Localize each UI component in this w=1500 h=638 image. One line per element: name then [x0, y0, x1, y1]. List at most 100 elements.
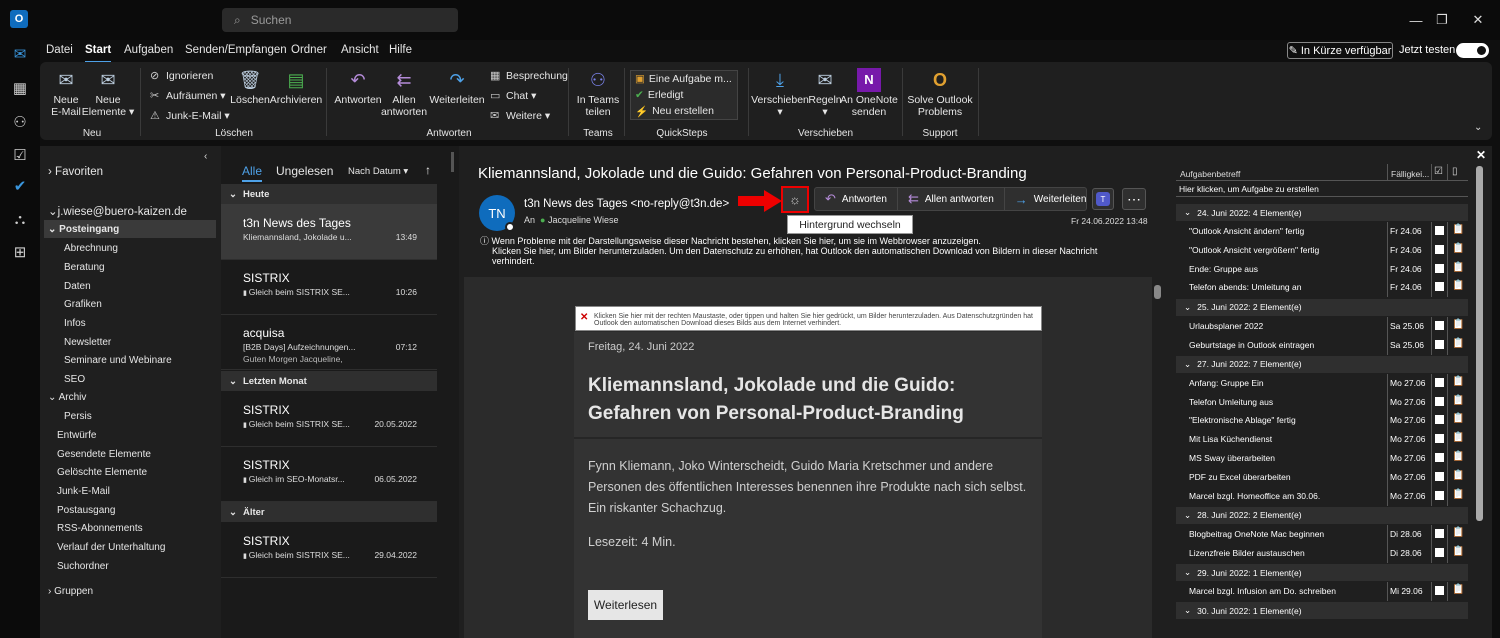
tab-unread[interactable]: Ungelesen — [276, 164, 333, 178]
task-row[interactable]: Telefon abends: Umleitung an Fr 24.06 📋 — [1176, 278, 1468, 298]
sort-direction-icon[interactable]: ↑ — [425, 163, 431, 177]
more-options-button[interactable]: ⋯ — [1122, 188, 1146, 210]
tab-start[interactable]: Start — [85, 44, 112, 63]
solve-outlook-button[interactable]: O Solve Outlook Problems — [907, 68, 972, 118]
task-col-subject[interactable]: Aufgabenbetreff — [1180, 169, 1240, 179]
task-complete-checkbox[interactable] — [1435, 547, 1444, 557]
task-complete-checkbox[interactable] — [1435, 415, 1444, 425]
mail-app-icon[interactable]: ✉ — [8, 42, 32, 66]
list-scrollbar[interactable] — [451, 152, 454, 172]
reply-all-action-button[interactable]: ⇇ Allen antworten — [898, 188, 1005, 210]
task-row[interactable]: Telefon Umleitung aus Mo 27.06 📋 — [1176, 392, 1468, 412]
folder-infos[interactable]: Infos — [64, 318, 86, 329]
list-group-header[interactable]: ⌄ Letzten Monat — [221, 371, 437, 391]
folder-gesendete-elemente[interactable]: Gesendete Elemente — [57, 449, 151, 460]
ignore-button[interactable]: ⊘ Ignorieren — [150, 69, 213, 83]
task-col-complete-icon[interactable]: ☑ — [1434, 166, 1443, 177]
task-col-due[interactable]: Fälligkei... — [1391, 169, 1429, 179]
task-row[interactable]: MS Sway überarbeiten Mo 27.06 📋 — [1176, 449, 1468, 468]
delete-button[interactable]: 🗑 Löschen — [230, 68, 270, 106]
tab-senden-empfangen[interactable]: Senden/Empfangen — [185, 44, 287, 56]
folder-persis[interactable]: Persis — [64, 411, 92, 422]
quickstep-item[interactable]: ⚡ Neu erstellen — [631, 103, 737, 119]
folder-beratung[interactable]: Beratung — [64, 262, 105, 273]
favorites-header[interactable]: › Favoriten — [48, 166, 103, 178]
org-app-icon[interactable]: ⛬ — [8, 207, 32, 231]
more-respond-button[interactable]: ✉ Weitere ▾ — [490, 109, 550, 123]
tab-aufgaben[interactable]: Aufgaben — [124, 44, 173, 56]
sort-dropdown[interactable]: Nach Datum ▾ — [348, 166, 408, 177]
restore-button[interactable]: ❐ — [1432, 10, 1452, 30]
message-item[interactable]: SISTRIX ▮ Gleich beim SISTRIX SE... 20.05.… — [221, 391, 437, 447]
folder-inbox[interactable]: ⌄ Posteingang — [48, 224, 119, 235]
task-scrollbar[interactable] — [1476, 166, 1483, 638]
info-browser-text[interactable]: Wenn Probleme mit der Darstellungsweise … — [492, 236, 981, 246]
folder-abrechnung[interactable]: Abrechnung — [64, 243, 118, 254]
teams-button[interactable]: T — [1092, 188, 1114, 210]
read-more-button[interactable]: Weiterlesen — [588, 590, 663, 620]
task-group-header[interactable]: ⌄ 29. Juni 2022: 1 Element(e) — [1176, 564, 1468, 581]
newsletter-headline[interactable]: Kliemannsland, Jokolade und die Guido: G… — [588, 372, 1028, 428]
share-teams-button[interactable]: ⚇ In Teams teilen — [576, 68, 620, 118]
task-complete-checkbox[interactable] — [1435, 396, 1444, 406]
task-complete-checkbox[interactable] — [1435, 263, 1444, 273]
tab-all[interactable]: Alle — [242, 164, 263, 182]
task-row[interactable]: Geburtstage in Outlook eintragen Sa 25.06… — [1176, 335, 1468, 355]
tasks-app-icon[interactable]: ☑ — [8, 143, 32, 167]
groups-header[interactable]: › Gruppen — [48, 586, 93, 597]
forward-action-button[interactable]: → Weiterleiten — [1005, 188, 1097, 210]
folder-daten[interactable]: Daten — [64, 281, 91, 292]
info-bar[interactable]: ⓘ Wenn Probleme mit der Darstellungsweis… — [480, 236, 1097, 266]
folder-newsletter[interactable]: Newsletter — [64, 337, 111, 348]
blocked-image-placeholder[interactable]: Klicken Sie hier mit der rechten Maustas… — [575, 306, 1042, 331]
task-row[interactable]: Blogbeitrag OneNote Mac beginnen Di 28.06… — [1176, 524, 1468, 544]
quickstep-item[interactable]: ▣ Eine Aufgabe m... — [631, 71, 737, 87]
quickstep-item[interactable]: ✔ Erledigt — [631, 87, 737, 103]
task-row[interactable]: Anfang: Gruppe Ein Mo 27.06 📋 — [1176, 373, 1468, 393]
tab-ordner[interactable]: Ordner — [291, 44, 327, 56]
folder-verlauf-der-unterhaltung[interactable]: Verlauf der Unterhaltung — [57, 542, 165, 553]
folder-seo[interactable]: SEO — [64, 374, 85, 385]
cleanup-button[interactable]: ✂ Aufräumen ▾ — [150, 89, 226, 103]
list-group-header[interactable]: ⌄ Älter — [221, 502, 437, 522]
try-now-toggle[interactable] — [1456, 43, 1489, 58]
task-complete-checkbox[interactable] — [1435, 453, 1444, 462]
folder-archive[interactable]: ⌄ Archiv — [48, 392, 86, 403]
recipient-name[interactable]: Jacqueline Wiese — [548, 215, 619, 225]
task-group-header[interactable]: ⌄ 27. Juni 2022: 7 Element(e) — [1176, 355, 1468, 373]
more-apps-icon[interactable]: ⊞ — [8, 240, 32, 264]
new-items-button[interactable]: ✉ Neue Elemente ▾ — [82, 68, 135, 118]
task-group-header[interactable]: ⌄ 24. Juni 2022: 4 Element(e) — [1176, 204, 1468, 221]
archive-button[interactable]: ▤ Archivieren — [270, 68, 323, 106]
rules-button[interactable]: ✉ Regeln ▾ — [808, 68, 842, 118]
junk-button[interactable]: ⚠ Junk-E-Mail ▾ — [150, 109, 230, 123]
close-window-button[interactable]: ✕ — [1468, 10, 1488, 30]
folder-suchordner[interactable]: Suchordner — [57, 561, 109, 572]
move-button[interactable]: ⤓ Verschieben ▾ — [751, 68, 809, 118]
message-item[interactable]: SISTRIX ▮ Gleich beim SISTRIX SE... 10:26 — [221, 259, 437, 315]
task-complete-checkbox[interactable] — [1435, 339, 1444, 349]
scroll-thumb[interactable] — [1154, 285, 1161, 299]
folder-postausgang[interactable]: Postausgang — [57, 505, 115, 516]
forward-button[interactable]: ↷ Weiterleiten — [429, 68, 484, 106]
task-row[interactable]: Marcel bzgl. Infusion am Do. schreiben Mi… — [1176, 582, 1468, 601]
ribbon-collapse-icon[interactable]: ⌄ — [1474, 122, 1482, 133]
task-row[interactable]: Marcel bzgl. Homeoffice am 30.06. Mo 27.0… — [1176, 486, 1468, 506]
task-row[interactable]: "Outlook Ansicht ändern" fertig Fr 24.06 📋 — [1176, 222, 1468, 241]
task-group-header[interactable]: ⌄ 28. Juni 2022: 2 Element(e) — [1176, 506, 1468, 524]
task-complete-checkbox[interactable] — [1435, 320, 1444, 330]
meeting-button[interactable]: ▦ Besprechung — [490, 69, 568, 83]
toggle-background-button[interactable]: ☼ — [781, 186, 809, 213]
task-complete-checkbox[interactable] — [1435, 586, 1444, 595]
quicksteps-gallery[interactable]: ▣ Eine Aufgabe m... ✔ Erledigt ⚡ Neu erstel… — [630, 70, 738, 120]
task-row[interactable]: Mit Lisa Küchendienst Mo 27.06 📋 — [1176, 430, 1468, 450]
task-row[interactable]: PDF zu Excel überarbeiten Mo 27.06 📋 — [1176, 467, 1468, 487]
calendar-app-icon[interactable]: ▦ — [8, 76, 32, 100]
folder-rss-abonnements[interactable]: RSS-Abonnements — [57, 523, 143, 534]
task-row[interactable]: Urlaubsplaner 2022 Sa 25.06 📋 — [1176, 316, 1468, 336]
reply-button[interactable]: ↶ Antworten — [334, 68, 382, 106]
task-col-type-icon[interactable]: ▯ — [1452, 166, 1458, 177]
tab-datei[interactable]: Datei — [46, 44, 73, 56]
task-row[interactable]: Lizenzfreie Bilder austauschen Di 28.06 📋 — [1176, 543, 1468, 563]
task-complete-checkbox[interactable] — [1435, 490, 1444, 500]
